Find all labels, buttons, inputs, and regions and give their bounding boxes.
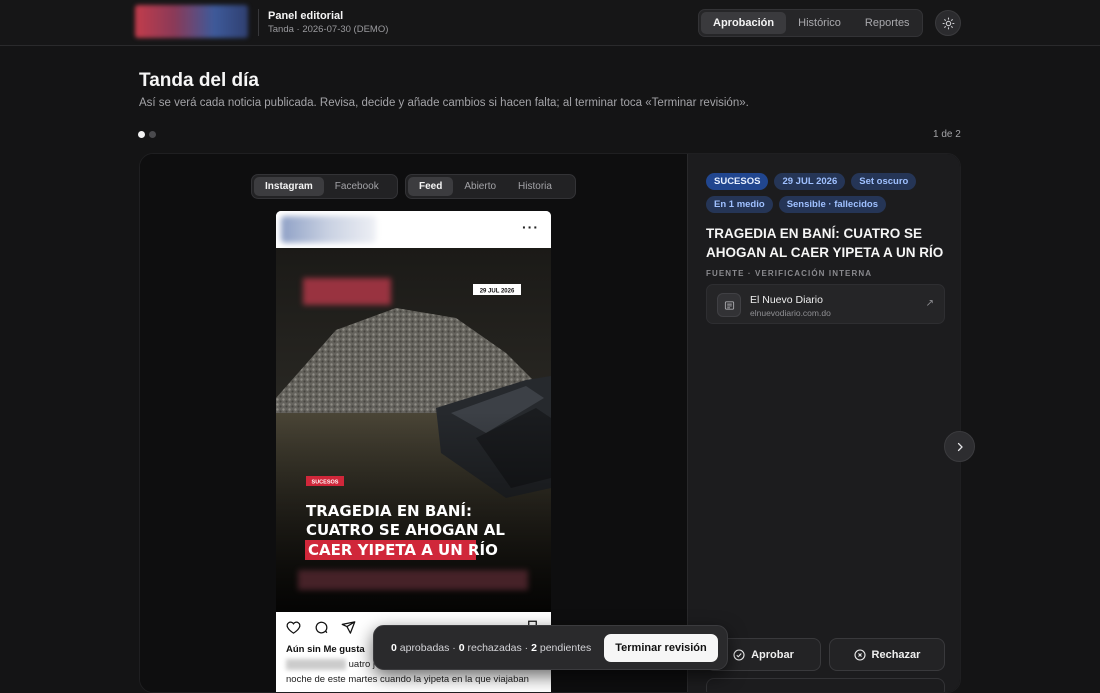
post-photo: 29 JUL 2026 SUCESOS TRAGEDIA EN BANÍ: CU… xyxy=(276,248,551,612)
page-counter: 1 de 2 xyxy=(933,129,961,140)
reject-button[interactable]: Rechazar xyxy=(829,638,945,671)
top-bar: Panel editorial Tanda · 2026-07-30 (DEMO… xyxy=(0,0,1100,46)
pagination-dot-2[interactable] xyxy=(149,131,156,138)
brand-title: Panel editorial xyxy=(268,10,344,22)
post-headline-line-2: CUATRO SE AHOGAN AL xyxy=(306,521,505,539)
post-headline-line-3: CAER YIPETA A UN RÍO xyxy=(308,540,498,559)
tag-date: 29 JUL 2026 xyxy=(774,173,846,190)
x-circle-icon xyxy=(853,648,866,661)
platform-instagram[interactable]: Instagram xyxy=(254,177,324,196)
heart-icon[interactable] xyxy=(286,620,301,635)
edit-button[interactable] xyxy=(706,678,945,692)
main-nav: Aprobación Histórico Reportes xyxy=(698,9,923,37)
pagination-dots xyxy=(138,131,156,138)
source-link[interactable]: El Nuevo Diario elnuevodiario.com.do ↗ xyxy=(706,284,945,324)
theme-toggle-button[interactable] xyxy=(935,10,961,36)
rejected-label: rechazadas · xyxy=(464,642,532,654)
post-headline-line-1: TRAGEDIA EN BANÍ: xyxy=(306,501,472,520)
source-name: El Nuevo Diario xyxy=(750,294,823,306)
view-switch: Feed Abierto Historia xyxy=(405,174,576,199)
platform-switch: Instagram Facebook xyxy=(251,174,398,199)
divider xyxy=(258,9,259,36)
post-header: ··· xyxy=(276,211,551,248)
comment-icon[interactable] xyxy=(314,620,329,635)
nav-tab-aprobacion[interactable]: Aprobación xyxy=(701,12,787,34)
pending-label: pendientes xyxy=(536,642,592,654)
view-abierto[interactable]: Abierto xyxy=(453,177,507,196)
caption-line-1: uatro j xyxy=(348,659,376,670)
approved-label: aprobadas · xyxy=(396,642,459,654)
more-icon[interactable]: ··· xyxy=(522,219,539,235)
pagination-dot-1[interactable] xyxy=(138,131,145,138)
check-circle-icon xyxy=(733,648,745,661)
source-label: FUENTE · VERIFICACIÓN INTERNA xyxy=(706,269,873,278)
review-summary-bar: 0 aprobadas · 0 rechazadas · 2 pendiente… xyxy=(373,625,728,670)
post-date-stamp: 29 JUL 2026 xyxy=(480,289,515,295)
next-item-button[interactable] xyxy=(944,431,975,462)
logo xyxy=(135,5,248,38)
platform-facebook[interactable]: Facebook xyxy=(324,177,390,196)
caption-blurred xyxy=(286,658,346,670)
tag-media-count: En 1 medio xyxy=(706,196,773,213)
document-icon xyxy=(717,293,741,317)
tag-category: SUCESOS xyxy=(706,173,769,190)
instagram-post-preview: ··· 29 JUL 2026 SUCESOS TRAGEDIA EN BANÍ… xyxy=(276,211,551,692)
share-icon[interactable] xyxy=(341,620,356,635)
tag-list: SUCESOS 29 JUL 2026 Set oscuro En 1 medi… xyxy=(706,173,951,213)
source-url: elnuevodiario.com.do xyxy=(750,308,831,318)
details-pane: SUCESOS 29 JUL 2026 Set oscuro En 1 medi… xyxy=(687,154,960,692)
chevron-right-icon xyxy=(957,442,963,451)
page-subtitle: Así se verá cada noticia publicada. Revi… xyxy=(139,97,749,109)
review-counts: 0 aprobadas · 0 rechazadas · 2 pendiente… xyxy=(391,642,591,654)
sun-icon xyxy=(942,17,954,29)
news-card: Instagram Facebook Feed Abierto Historia… xyxy=(139,153,961,693)
news-title: TRAGEDIA EN BANÍ: CUATRO SE AHOGAN AL CA… xyxy=(706,226,944,260)
view-historia[interactable]: Historia xyxy=(507,177,563,196)
tag-theme: Set oscuro xyxy=(851,173,917,190)
tag-sensitive: Sensible · fallecidos xyxy=(778,196,887,213)
view-feed[interactable]: Feed xyxy=(408,177,454,196)
nav-tab-historico[interactable]: Histórico xyxy=(786,12,853,34)
nav-tab-reportes[interactable]: Reportes xyxy=(853,12,922,34)
external-link-icon: ↗ xyxy=(925,298,934,309)
post-image: 29 JUL 2026 SUCESOS TRAGEDIA EN BANÍ: CU… xyxy=(276,248,551,612)
page-title: Tanda del día xyxy=(139,70,260,91)
post-likes: Aún sin Me gusta xyxy=(286,644,365,655)
preview-pane: Instagram Facebook Feed Abierto Historia… xyxy=(140,154,687,692)
finish-review-button[interactable]: Terminar revisión xyxy=(604,634,718,662)
approve-label: Aprobar xyxy=(751,648,794,661)
account-avatar xyxy=(281,216,376,243)
reject-label: Rechazar xyxy=(871,648,921,661)
brand-subtitle: Tanda · 2026-07-30 (DEMO) xyxy=(268,24,389,35)
caption-line-2: noche de este martes cuando la yipeta en… xyxy=(286,674,529,685)
post-category-badge: SUCESOS xyxy=(312,480,339,486)
